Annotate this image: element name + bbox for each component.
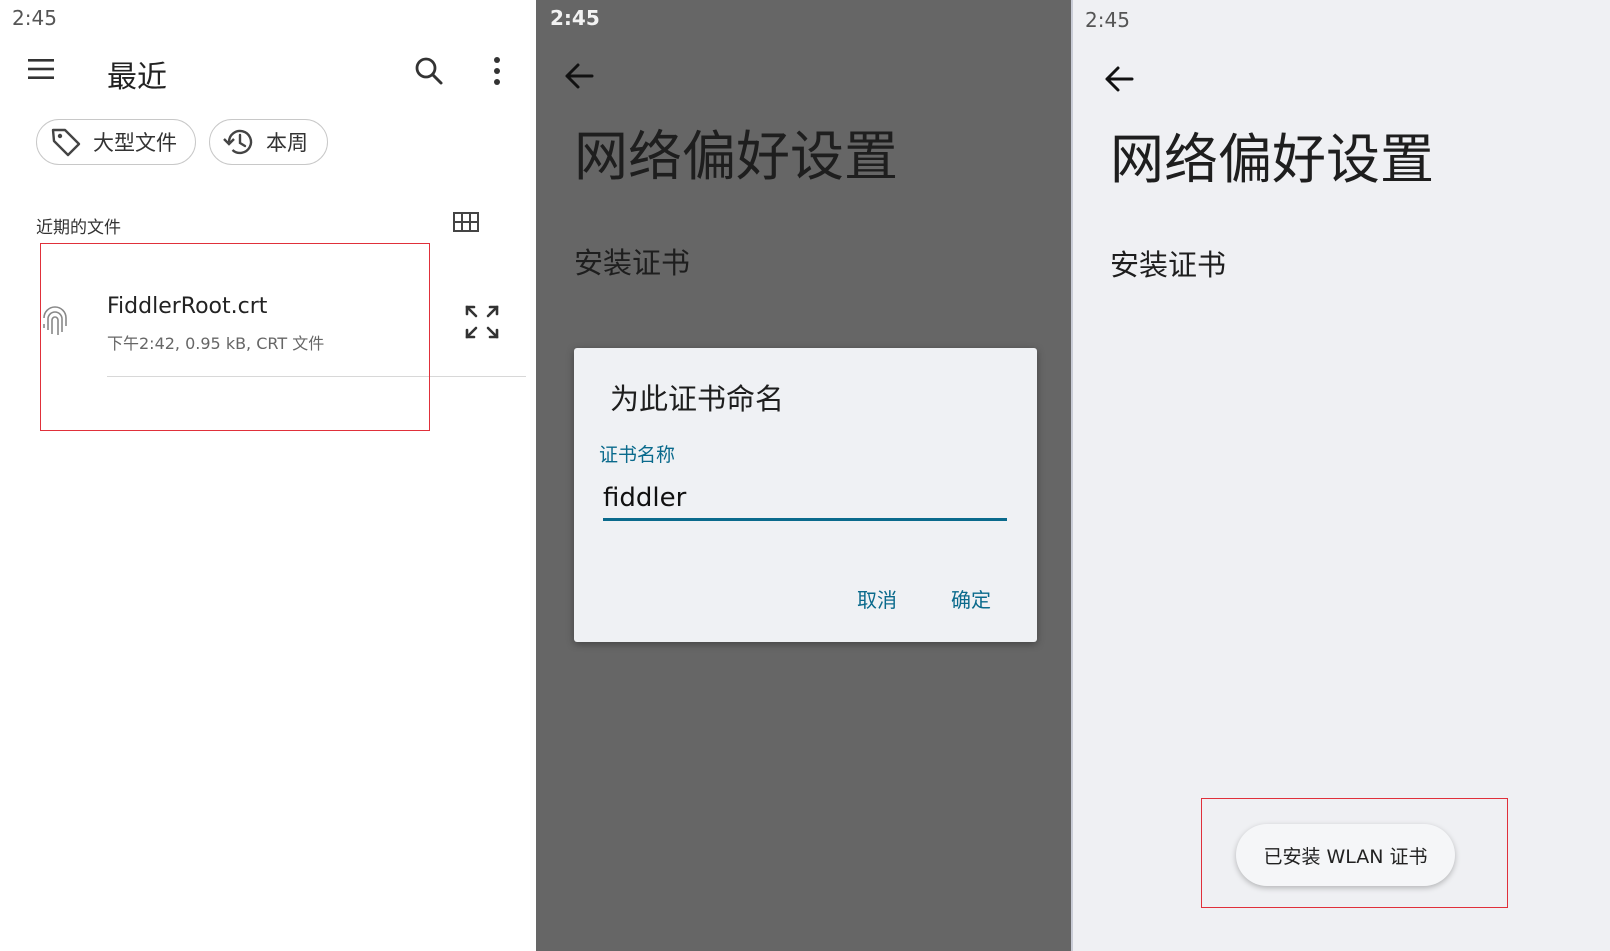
page-title: 网络偏好设置 bbox=[1110, 128, 1434, 191]
more-options-icon[interactable] bbox=[490, 56, 504, 86]
history-icon bbox=[223, 129, 253, 155]
cancel-button[interactable]: 取消 bbox=[857, 584, 897, 613]
status-time: 2:45 bbox=[1085, 8, 1130, 32]
grid-view-icon[interactable] bbox=[453, 212, 479, 232]
page-title: 网络偏好设置 bbox=[574, 125, 898, 188]
chip-large-files[interactable]: 大型文件 bbox=[36, 119, 196, 165]
files-app-panel: 2:45 最近 大型文件 本周 近期的文件 FiddlerRoot.crt 下午… bbox=[0, 0, 536, 951]
name-certificate-dialog: 为此证书命名 证书名称 fiddler 取消 确定 bbox=[574, 348, 1037, 642]
confirm-button[interactable]: 确定 bbox=[951, 584, 991, 613]
section-label: 近期的文件 bbox=[36, 218, 121, 238]
highlight-box bbox=[1201, 798, 1508, 908]
tag-icon bbox=[51, 128, 81, 157]
chip-this-week[interactable]: 本周 bbox=[209, 119, 328, 165]
search-icon[interactable] bbox=[413, 55, 445, 87]
chip-label: 本周 bbox=[266, 131, 308, 155]
dialog-title: 为此证书命名 bbox=[610, 382, 785, 416]
page-title: 最近 bbox=[107, 60, 167, 95]
result-panel: 2:45 网络偏好设置 安装证书 已安装 WLAN 证书 bbox=[1071, 0, 1610, 951]
status-time: 2:45 bbox=[12, 6, 57, 30]
back-arrow-icon[interactable] bbox=[564, 62, 594, 90]
menu-icon[interactable] bbox=[26, 56, 56, 82]
chip-label: 大型文件 bbox=[93, 131, 177, 155]
certificate-name-input[interactable]: fiddler bbox=[603, 478, 1007, 521]
back-arrow-icon[interactable] bbox=[1104, 65, 1134, 93]
highlight-box bbox=[40, 243, 430, 431]
install-certificate-item[interactable]: 安装证书 bbox=[1110, 242, 1226, 284]
status-time: 2:45 bbox=[550, 6, 600, 30]
install-certificate-item[interactable]: 安装证书 bbox=[574, 240, 690, 282]
expand-preview-icon[interactable] bbox=[464, 304, 500, 340]
dialog-panel: 2:45 网络偏好设置 安装证书 为此证书命名 证书名称 fiddler 取消 … bbox=[536, 0, 1071, 951]
field-label: 证书名称 bbox=[599, 444, 676, 466]
